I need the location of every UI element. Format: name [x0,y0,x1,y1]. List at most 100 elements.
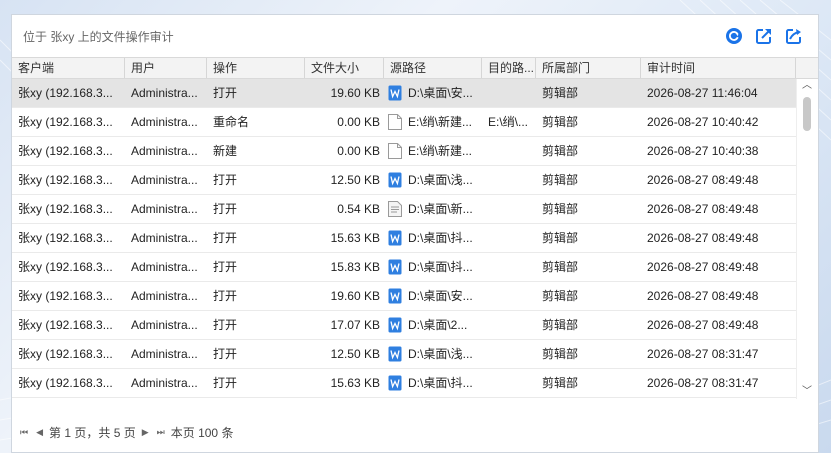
audit-time-cell: 2026-08-27 08:49:48 [647,318,759,332]
client-cell: 张xy (192.168.3... [18,289,113,303]
file-size-cell: 15.63 KB [330,231,380,245]
file-size-cell: 17.07 KB [330,318,380,332]
word-file-icon [388,85,402,101]
source-path-cell: E:\绡\新建... [384,137,482,165]
table-row[interactable]: 张xy (192.168.3... Administra... 打开 19.60 KB… [12,79,796,108]
department-cell: 剪辑部 [542,376,579,390]
file-size-cell: 0.54 KB [337,202,380,216]
audit-time-cell: 2026-08-27 11:46:04 [647,86,758,100]
blank-file-icon [388,142,402,159]
client-cell: 张xy (192.168.3... [18,86,113,100]
file-size-cell: 15.83 KB [305,398,384,399]
scroll-thumb[interactable] [803,97,811,131]
vertical-scrollbar[interactable]: ︿ ﹀ [796,79,817,399]
column-header[interactable]: 文件大小 [305,58,384,78]
first-page-icon[interactable]: ⏮ [18,427,30,438]
column-header-spacer [796,58,818,78]
audit-time-cell: 2026-08-27 08:31:47 [647,376,759,390]
table-row[interactable]: 张xy (192.168.3... Administra... 新建 0.00 KB E… [12,137,796,166]
table-row[interactable]: 张xy (192.168.3...Administra...打开15.83 KB… [12,398,796,399]
department-cell: 剪辑部 [542,115,579,129]
table-row[interactable]: 张xy (192.168.3...Administra...打开15.83 KB… [12,253,796,282]
operation-cell: 打开 [213,86,238,100]
column-header[interactable]: 审计时间 [641,58,796,78]
user-cell: Administra... [131,318,198,332]
department-cell: 剪辑部 [542,144,579,158]
audit-time-cell: 2026-08-27 08:31:47 [641,398,796,399]
audit-time-cell: 2026-08-27 10:40:38 [647,144,759,158]
department-cell: 剪辑部 [542,260,579,274]
dest-path-cell [482,195,536,223]
operation-cell: 打开 [207,398,305,399]
operation-cell: 打开 [213,318,238,332]
source-path-cell: D:\桌面\抖... [384,253,482,281]
file-size-cell: 19.60 KB [330,289,380,303]
table-row[interactable]: 张xy (192.168.3... Administra... 打开 17.07 KB… [12,311,796,340]
operation-cell: 打开 [213,202,238,216]
column-header[interactable]: 用户 [125,58,207,78]
dest-path-cell [482,369,536,397]
source-path-text: D:\桌面\抖... [408,376,473,390]
scroll-up-icon[interactable]: ︿ [797,79,817,93]
user-cell: Administra... [131,347,198,361]
audit-time-cell: 2026-08-27 08:49:48 [647,202,759,216]
source-path-text: D:\桌面\浅... [408,173,473,187]
source-path-text: D:\桌面\抖... [408,260,473,274]
word-file-icon [388,375,402,391]
table-row[interactable]: 张xy (192.168.3... Administra... 打开 15.63 KB… [12,224,796,253]
department-cell: 剪辑部 [542,86,579,100]
table-row[interactable]: 张xy (192.168.3... Administra... 打开 15.63 KB… [12,369,796,398]
audit-time-cell: 2026-08-27 08:49:48 [647,231,759,245]
source-path-cell: E:\绡\新建... [384,108,482,136]
client-cell: 张xy (192.168.3... [12,398,125,399]
column-header[interactable]: 操作 [207,58,305,78]
source-path-text: D:\桌面\2... [408,318,468,332]
operation-cell: 打开 [213,231,238,245]
scroll-down-icon[interactable]: ﹀ [797,385,817,399]
column-header[interactable]: 源路径 [384,58,482,78]
user-cell: Administra... [131,260,198,274]
audit-panel: 位于 张xy 上的文件操作审计 客户端 用户 操作 文件大小 源路径 目的路..… [11,14,819,453]
source-path-text: D:\桌面\新... [408,202,473,216]
dest-path-cell [482,166,536,194]
page-info: 第 1 页，共 5 页 [49,425,136,440]
dest-path-cell [482,398,536,399]
panel-header: 位于 张xy 上的文件操作审计 [12,15,818,57]
client-cell: 张xy (192.168.3... [18,202,113,216]
table-row[interactable]: 张xy (192.168.3... Administra... 重命名 0.00 KB… [12,108,796,137]
export-all-button[interactable] [784,26,804,46]
audit-time-cell: 2026-08-27 08:49:48 [647,260,759,274]
department-cell: 剪辑部 [542,173,579,187]
department-cell: 剪辑部 [542,318,579,332]
file-size-cell: 15.83 KB [330,260,380,274]
source-path-cell: D:\桌面\安... [384,79,482,107]
word-file-icon [388,230,402,246]
user-cell: Administra... [131,231,198,245]
prev-page-icon[interactable]: ◀ [34,427,45,438]
table-row[interactable]: 张xy (192.168.3... Administra... 打开 12.50 KB… [12,340,796,369]
panel-title: 位于 张xy 上的文件操作审计 [23,30,174,44]
department-cell: 剪辑部 [536,398,641,399]
column-header[interactable]: 目的路... [482,58,536,78]
refresh-button[interactable] [724,26,744,46]
table-row[interactable]: 张xy (192.168.3... Administra... 打开 0.54 KB D… [12,195,796,224]
last-page-icon[interactable]: ⏭ [155,427,167,438]
source-path-text: E:\绡\新建... [408,115,473,129]
table-row[interactable]: 张xy (192.168.3... Administra... 打开 12.50 KB… [12,166,796,195]
word-file-icon [388,259,402,275]
column-header[interactable]: 客户端 [12,58,125,78]
column-header[interactable]: 所属部门 [536,58,641,78]
user-cell: Administra... [131,115,198,129]
next-page-icon[interactable]: ▶ [140,427,151,438]
audit-table: 客户端 用户 操作 文件大小 源路径 目的路... 所属部门 审计时间 张xy (192.16… [12,57,818,399]
table-row[interactable]: 张xy (192.168.3... Administra... 打开 19.60 KB… [12,282,796,311]
file-size-cell: 12.50 KB [330,173,380,187]
dest-path-cell [482,282,536,310]
dest-path-cell [482,137,536,165]
export-button[interactable] [754,26,774,46]
dest-path-cell [482,224,536,252]
user-cell: Administra... [125,398,207,399]
dest-path-cell [482,253,536,281]
source-path-cell: D:\桌面\浅... [384,166,482,194]
user-cell: Administra... [131,86,198,100]
